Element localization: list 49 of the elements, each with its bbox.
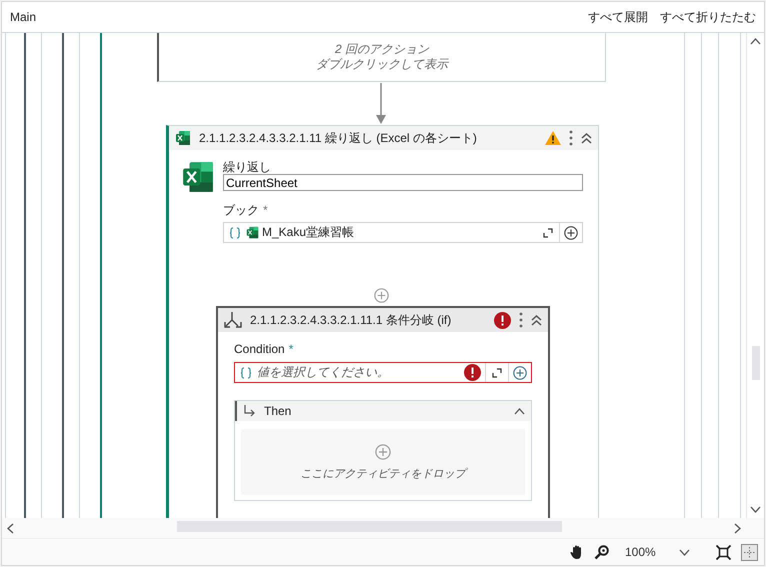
- collapsed-actions-block[interactable]: 2 回のアクション ダブルクリックして表示: [157, 33, 606, 82]
- scrollbar-thumb[interactable]: [752, 346, 760, 380]
- zoom-icon[interactable]: [594, 544, 609, 560]
- chevron-down-icon[interactable]: [750, 506, 761, 513]
- connector-arrow: [376, 83, 386, 125]
- overview-icon[interactable]: [741, 544, 758, 560]
- braces-icon: [229, 226, 241, 238]
- zoom-level[interactable]: 100%: [625, 545, 669, 559]
- add-activity-icon[interactable]: [375, 444, 391, 460]
- loop-variable-input[interactable]: CurrentSheet: [223, 174, 583, 191]
- braces-icon: [240, 366, 252, 378]
- add-activity-icon[interactable]: [374, 288, 389, 303]
- chevron-right-icon: [734, 522, 741, 534]
- chevron-left-icon: [7, 522, 14, 534]
- more-icon[interactable]: [519, 312, 523, 328]
- collapse-chevron-icon[interactable]: [514, 408, 525, 414]
- condition-field[interactable]: 値を選択してください。: [234, 362, 532, 383]
- branch-icon: [224, 311, 242, 329]
- field-label: ブック *: [223, 203, 269, 217]
- fit-to-screen-icon[interactable]: [716, 544, 731, 560]
- excel-icon: [175, 130, 191, 146]
- field-label: Condition *: [234, 342, 294, 356]
- return-arrow-icon: [243, 405, 256, 417]
- tab-title: Main: [10, 10, 38, 24]
- excel-logo-icon: [181, 160, 215, 194]
- field-label: 繰り返し: [223, 160, 272, 174]
- section-title: Then: [264, 404, 292, 418]
- add-icon[interactable]: [513, 366, 527, 380]
- chevron-up-icon[interactable]: [750, 38, 761, 45]
- workbook-value: M_Kaku堂練習帳: [262, 224, 356, 241]
- drop-hint: ここにアクティビティをドロップ: [300, 466, 466, 480]
- add-icon[interactable]: [564, 226, 578, 240]
- condition-placeholder: 値を選択してください。: [257, 364, 390, 381]
- expand-icon[interactable]: [543, 228, 553, 238]
- collapsed-text: ダブルクリックして表示: [316, 57, 448, 72]
- zoom-dropdown-icon[interactable]: [679, 548, 690, 556]
- activity-title: 2.1.1.2.3.2.4.3.3.2.1.11 繰り返し (Excel の各シート): [199, 130, 478, 146]
- if-activity-card[interactable]: 2.1.1.2.3.2.4.3.3.2.1.11.1 条件分岐 (if) Condition * 値を選択してください。 Then ここにアクティビティをドロップ: [216, 306, 550, 518]
- workbook-field[interactable]: M_Kaku堂練習帳: [223, 222, 583, 243]
- activity-title: 2.1.1.2.3.2.4.3.3.2.1.11.1 条件分岐 (if): [250, 312, 452, 328]
- header-link[interactable]: すべて折りたたむ: [648, 8, 756, 26]
- excel-small-icon: [246, 226, 259, 239]
- header-link[interactable]: すべて展開: [576, 8, 648, 26]
- collapsed-text: 2 回のアクション: [334, 42, 429, 57]
- collapse-icon[interactable]: [531, 314, 542, 326]
- more-icon[interactable]: [569, 130, 573, 146]
- collapse-icon[interactable]: [581, 132, 592, 144]
- hand-icon[interactable]: [570, 544, 584, 560]
- expand-icon[interactable]: [492, 368, 502, 378]
